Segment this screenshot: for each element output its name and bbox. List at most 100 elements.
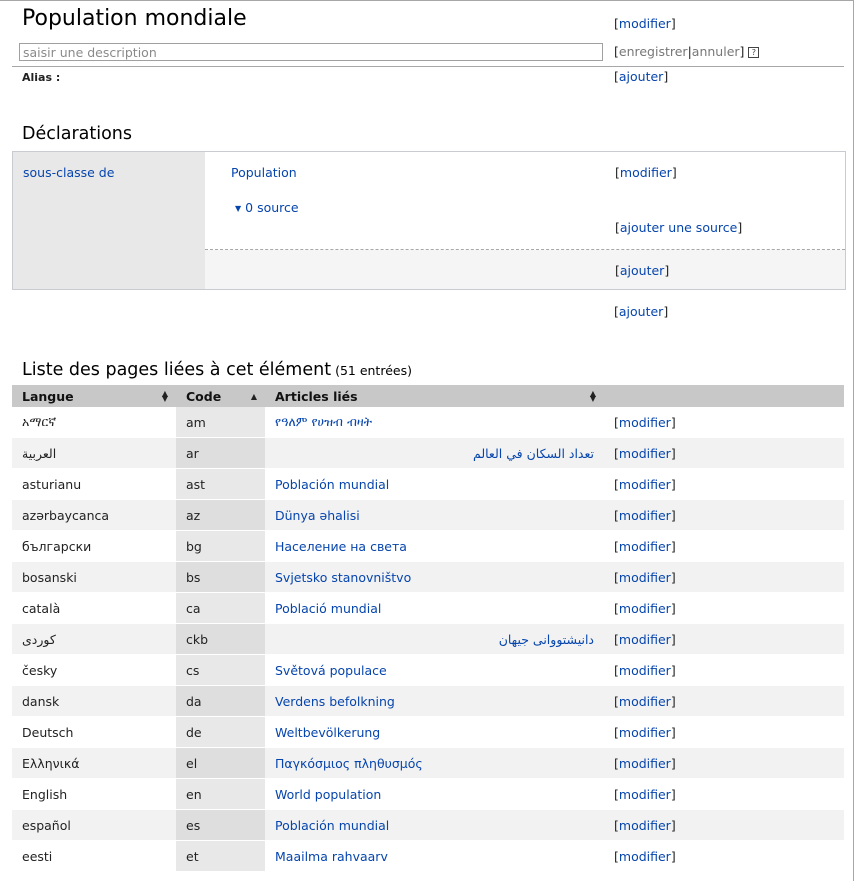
column-header-article[interactable]: Articles liés ▲ ▼	[265, 385, 604, 407]
edit-sitelink-link[interactable]: modifier	[619, 570, 671, 585]
table-row: bosanski bs Svjetsko stanovništvo [modifier…	[12, 561, 844, 593]
edit-sitelink-link[interactable]: modifier	[619, 849, 671, 864]
row-edit-action: [modifier]	[604, 685, 844, 717]
row-edit-action: [modifier]	[604, 468, 844, 500]
article-cell: Població mundial	[265, 592, 604, 624]
article-link[interactable]: Население на света	[275, 539, 407, 554]
article-link[interactable]: Maailma rahvaarv	[275, 849, 388, 864]
table-row: asturianu ast Población mundial [modifier]	[12, 468, 844, 500]
language-cell: Deutsch	[12, 716, 176, 748]
language-cell: česky	[12, 654, 176, 686]
row-edit-action: [modifier]	[604, 499, 844, 531]
article-link[interactable]: Svjetsko stanovništvo	[275, 570, 411, 585]
row-edit-action: [modifier]	[604, 840, 844, 872]
row-edit-action: [modifier]	[604, 407, 844, 438]
row-edit-action: [modifier]	[604, 654, 844, 686]
language-cell: English	[12, 778, 176, 810]
article-link[interactable]: Světová populace	[275, 663, 387, 678]
edit-sitelink-link[interactable]: modifier	[619, 539, 671, 554]
code-cell: es	[176, 809, 265, 841]
table-row: azərbaycanca az Dünya əhalisi [modifier]	[12, 499, 844, 531]
language-cell: کوردی	[12, 623, 176, 655]
claim-value-link[interactable]: Population	[231, 165, 297, 180]
row-edit-action: [modifier]	[604, 778, 844, 810]
edit-sitelink-link[interactable]: modifier	[619, 477, 671, 492]
article-cell: Población mundial	[265, 809, 604, 841]
language-cell: español	[12, 809, 176, 841]
edit-sitelink-link[interactable]: modifier	[619, 818, 671, 833]
table-row: български bg Население на света [modifier]	[12, 530, 844, 562]
edit-sitelink-link[interactable]: modifier	[619, 415, 671, 430]
row-edit-action: [modifier]	[604, 437, 844, 469]
row-edit-action: [modifier]	[604, 747, 844, 779]
alias-divider	[12, 66, 844, 67]
code-cell: bs	[176, 561, 265, 593]
code-cell: da	[176, 685, 265, 717]
declarations-heading: Déclarations	[22, 124, 133, 144]
language-cell: azərbaycanca	[12, 499, 176, 531]
article-link[interactable]: Población mundial	[275, 477, 389, 492]
language-cell: dansk	[12, 685, 176, 717]
article-cell: Παγκόσμιος πληθυσμός	[265, 747, 604, 779]
code-cell: cs	[176, 654, 265, 686]
code-cell: ca	[176, 592, 265, 624]
article-link[interactable]: Weltbevölkerung	[275, 725, 380, 740]
article-link[interactable]: Verdens befolkning	[275, 694, 395, 709]
source-toggle[interactable]: ▼ 0 source	[235, 200, 299, 215]
add-alias-link[interactable]: ajouter	[619, 69, 663, 84]
edit-sitelink-link[interactable]: modifier	[619, 446, 671, 461]
article-cell: Světová populace	[265, 654, 604, 686]
table-row: dansk da Verdens befolkning [modifier]	[12, 685, 844, 717]
table-row: አማርኛ am የዓለም የሀዝብ ብዛት [modifier]	[12, 407, 844, 438]
article-link[interactable]: دانیشتووانی جیھان	[499, 632, 594, 647]
article-link[interactable]: Dünya əhalisi	[275, 508, 360, 523]
article-link[interactable]: Población mundial	[275, 818, 389, 833]
alias-label: Alias :	[22, 71, 61, 84]
edit-sitelink-link[interactable]: modifier	[619, 601, 671, 616]
edit-sitelink-link[interactable]: modifier	[619, 508, 671, 523]
sitelinks-table: Langue ▲ ▼ Code ▲ Articles liés ▲ ▼ አማርኛ am የዓለ…	[12, 385, 844, 872]
edit-sitelink-link[interactable]: modifier	[619, 663, 671, 678]
article-link[interactable]: تعداد السكان في العالم	[473, 446, 594, 461]
table-row: Deutsch de Weltbevölkerung [modifier]	[12, 716, 844, 748]
edit-sitelink-link[interactable]: modifier	[619, 725, 671, 740]
cancel-button[interactable]: annuler	[692, 44, 740, 59]
edit-sitelink-link[interactable]: modifier	[619, 694, 671, 709]
language-cell: Ελληνικά	[12, 747, 176, 779]
source-count: 0 source	[245, 200, 299, 215]
article-cell: دانیشتووانی جیھان	[265, 623, 604, 655]
edit-claim-link[interactable]: modifier	[620, 165, 672, 180]
add-value-action: [ajouter]	[615, 263, 670, 278]
article-link[interactable]: Població mundial	[275, 601, 381, 616]
edit-title-link[interactable]: modifier	[619, 16, 671, 31]
code-cell: en	[176, 778, 265, 810]
article-link[interactable]: World population	[275, 787, 381, 802]
edit-sitelink-link[interactable]: modifier	[619, 632, 671, 647]
sitelinks-count: (51 entrées)	[335, 363, 412, 378]
language-cell: eesti	[12, 840, 176, 872]
edit-sitelink-link[interactable]: modifier	[619, 756, 671, 771]
add-source-link[interactable]: ajouter une source	[620, 220, 737, 235]
column-header-language[interactable]: Langue ▲ ▼	[12, 385, 176, 407]
property-link[interactable]: sous-classe de	[23, 165, 114, 180]
table-row: català ca Població mundial [modifier]	[12, 592, 844, 624]
add-claim-link[interactable]: ajouter	[619, 304, 663, 319]
save-button[interactable]: enregistrer	[619, 44, 688, 59]
column-header-code[interactable]: Code ▲	[176, 385, 265, 407]
add-value-link[interactable]: ajouter	[620, 263, 664, 278]
table-row: español es Población mundial [modifier]	[12, 809, 844, 841]
help-icon[interactable]: ?	[748, 47, 760, 58]
article-link[interactable]: Παγκόσμιος πληθυσμός	[275, 756, 423, 771]
description-input[interactable]	[19, 43, 603, 61]
claim-edit-action: [modifier]	[615, 165, 677, 180]
edit-sitelink-link[interactable]: modifier	[619, 787, 671, 802]
code-cell: ckb	[176, 623, 265, 655]
alias-add-action: [ajouter]	[614, 69, 669, 84]
table-row: العربية ar تعداد السكان في العالم [modifier…	[12, 437, 844, 469]
article-link[interactable]: የዓለም የሀዝብ ብዛት	[275, 414, 372, 429]
code-cell: bg	[176, 530, 265, 562]
page-title: Population mondiale	[22, 6, 247, 31]
claim-add-value-row: [ajouter]	[205, 250, 845, 289]
sort-both-icon: ▲ ▼	[161, 389, 168, 403]
row-edit-action: [modifier]	[604, 716, 844, 748]
